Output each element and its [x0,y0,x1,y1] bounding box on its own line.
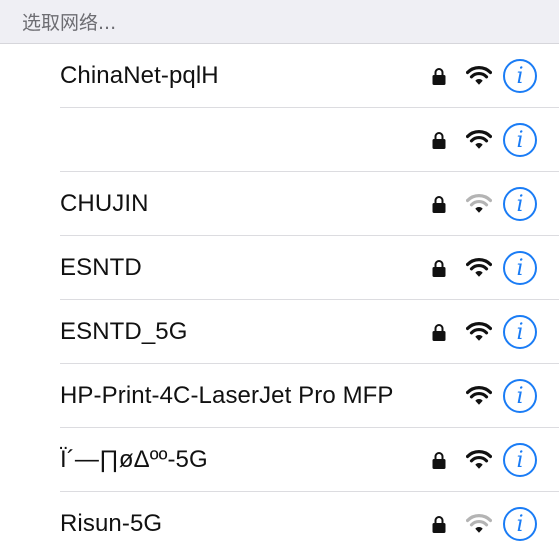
info-button[interactable]: i [503,59,537,93]
lock-icon [432,260,446,277]
lock-icon [432,516,446,533]
wifi-settings-screen: 选取网络... ChinaNet-pqlH i i CHUJIN i ESNTD… [0,0,559,554]
wifi-signal-icon [466,386,492,405]
info-icon: i [516,447,524,473]
network-name: ESNTD_5G [60,318,188,345]
network-name: HP-Print-4C-LaserJet Pro MFP [60,382,394,409]
info-icon: i [516,383,524,409]
network-row[interactable]: HP-Print-4C-LaserJet Pro MFP i [0,364,559,428]
info-icon: i [516,127,524,153]
info-icon: i [516,319,524,345]
network-name: Ï´—∏øΔºº-5G [60,446,208,473]
lock-icon [432,68,446,85]
info-button[interactable]: i [503,379,537,413]
lock-icon [432,452,446,469]
network-name: CHUJIN [60,190,149,217]
info-icon: i [516,191,524,217]
section-header: 选取网络... [0,0,559,44]
lock-icon [432,196,446,213]
wifi-signal-icon [466,130,492,149]
info-button[interactable]: i [503,507,537,541]
network-name: Risun-5G [60,510,163,537]
info-icon: i [516,511,524,537]
info-button[interactable]: i [503,123,537,157]
wifi-signal-icon [466,322,492,341]
network-name: ChinaNet-pqlH [60,62,219,89]
info-button[interactable]: i [503,251,537,285]
info-button[interactable]: i [503,187,537,221]
wifi-signal-icon [466,514,492,533]
choose-network-label: 选取网络... [22,12,117,34]
info-button[interactable]: i [503,443,537,477]
info-icon: i [516,255,524,281]
network-row[interactable]: Risun-5G i [0,492,559,554]
network-list: ChinaNet-pqlH i i CHUJIN i ESNTD i ESNTD… [0,44,559,554]
network-name: ESNTD [60,254,142,281]
wifi-signal-icon [466,450,492,469]
network-row[interactable]: i [0,108,559,172]
info-button[interactable]: i [503,315,537,349]
lock-icon [432,132,446,149]
wifi-signal-icon [466,194,492,213]
network-row[interactable]: CHUJIN i [0,172,559,236]
network-row[interactable]: Ï´—∏øΔºº-5G i [0,428,559,492]
info-icon: i [516,63,524,89]
network-row[interactable]: ChinaNet-pqlH i [0,44,559,108]
lock-icon [432,324,446,341]
wifi-signal-icon [466,258,492,277]
wifi-signal-icon [466,66,492,85]
network-row[interactable]: ESNTD_5G i [0,300,559,364]
network-row[interactable]: ESNTD i [0,236,559,300]
